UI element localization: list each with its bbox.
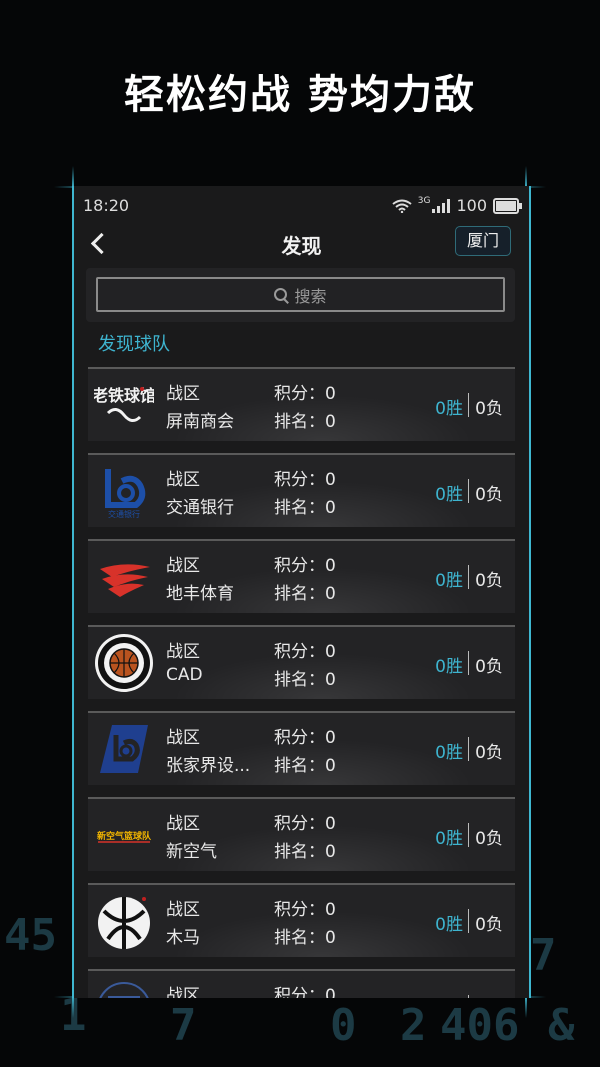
team-losses: 0负 xyxy=(475,571,503,591)
team-name: 张家界设... xyxy=(166,756,251,776)
team-zone: 战区 xyxy=(166,986,200,998)
team-zone: 战区 xyxy=(166,642,200,662)
team-losses: 0负 xyxy=(475,399,503,419)
team-name: 交通银行 xyxy=(166,498,234,518)
team-wins: 0胜 xyxy=(435,399,463,419)
team-zone: 战区 xyxy=(166,384,200,404)
team-name: 木马 xyxy=(166,928,200,948)
team-name: 屏南商会 xyxy=(166,412,234,432)
team-name: CAD xyxy=(166,665,203,685)
team-score: 积分：0 xyxy=(274,986,336,998)
team-rank: 排名：0 xyxy=(274,584,336,604)
team-zone: 战区 xyxy=(166,900,200,920)
team-logo-ball-sketch xyxy=(98,897,150,949)
team-losses: 0负 xyxy=(475,915,503,935)
team-row[interactable]: 战区 木马 积分：0 排名：0 0胜 0负 xyxy=(88,883,515,957)
city-select-button[interactable]: 厦门 xyxy=(455,226,511,256)
divider xyxy=(468,995,469,998)
team-losses: 0负 xyxy=(475,996,503,998)
team-list: 老铁球馆 战区 屏南商会 积分：0 排名：0 0胜 0负 交通银行 战区 交通银… xyxy=(88,367,515,998)
team-losses: 0负 xyxy=(475,829,503,849)
team-rank: 排名：0 xyxy=(274,842,336,862)
frame-left-bottom-tick xyxy=(72,996,74,1018)
team-score: 积分：0 xyxy=(274,642,336,662)
team-wins: 0胜 xyxy=(435,743,463,763)
team-rank: 排名：0 xyxy=(274,928,336,948)
team-wins: 0胜 xyxy=(435,915,463,935)
team-logo-outline-circle xyxy=(99,982,149,998)
frame-right-tick xyxy=(525,166,527,188)
team-logo-red-wings xyxy=(94,547,154,607)
wifi-icon xyxy=(392,199,412,213)
network-type: 3G xyxy=(417,196,431,206)
team-rank: 排名：0 xyxy=(274,498,336,518)
team-wins: 0胜 xyxy=(435,571,463,591)
team-row[interactable]: 战区 地丰体育 积分：0 排名：0 0胜 0负 xyxy=(88,539,515,613)
search-bar: 搜索 xyxy=(86,268,515,322)
team-zone: 战区 xyxy=(166,470,200,490)
team-score: 积分：0 xyxy=(274,728,336,748)
team-score: 积分：0 xyxy=(274,384,336,404)
team-row[interactable]: 老铁球馆 战区 屏南商会 积分：0 排名：0 0胜 0负 xyxy=(88,367,515,441)
battery-level: 100 xyxy=(456,196,487,215)
team-row[interactable]: 战区 积分：0 0胜 0负 xyxy=(88,969,515,998)
team-rank: 排名：0 xyxy=(274,412,336,432)
battery-icon xyxy=(493,197,522,214)
team-score: 积分：0 xyxy=(274,900,336,920)
team-zone: 战区 xyxy=(166,556,200,576)
team-row[interactable]: 战区 张家界设... 积分：0 排名：0 0胜 0负 xyxy=(88,711,515,785)
team-score: 积分：0 xyxy=(274,470,336,490)
status-time: 18:20 xyxy=(83,196,130,215)
team-zone: 战区 xyxy=(166,728,200,748)
section-title: 发现球队 xyxy=(98,334,170,355)
team-logo-blue-shield xyxy=(94,719,154,779)
frame-right-bottom-tick xyxy=(525,996,527,1018)
search-placeholder: 搜索 xyxy=(294,286,327,306)
team-score: 积分：0 xyxy=(274,814,336,834)
team-wins: 0胜 xyxy=(435,829,463,849)
divider xyxy=(468,651,469,675)
nav-bar: 发现 厦门 xyxy=(74,224,529,268)
team-losses: 0负 xyxy=(475,485,503,505)
divider xyxy=(468,823,469,847)
divider xyxy=(468,393,469,417)
team-row[interactable]: 交通银行 战区 交通银行 积分：0 排名：0 0胜 0负 xyxy=(88,453,515,527)
signal-icon xyxy=(432,198,451,213)
team-losses: 0负 xyxy=(475,657,503,677)
team-wins: 0胜 xyxy=(435,996,463,998)
team-name: 新空气 xyxy=(166,842,217,862)
headline: 轻松约战 势均力敌 xyxy=(124,72,476,118)
team-name: 地丰体育 xyxy=(166,584,234,604)
team-logo-calligraphy: 老铁球馆 xyxy=(94,375,154,435)
team-zone: 战区 xyxy=(166,814,200,834)
team-logo-text-badge: 新空气篮球队 xyxy=(94,805,154,865)
frame-left-tick xyxy=(72,166,74,188)
team-rank: 排名：0 xyxy=(274,670,336,690)
team-wins: 0胜 xyxy=(435,485,463,505)
team-logo-text-2: 交通银行 xyxy=(108,509,140,519)
team-wins: 0胜 xyxy=(435,657,463,677)
phone-screen: 18:20 3G 100 发现 厦门 搜索 发现球队 老铁球馆 战区 屏南商会 … xyxy=(72,186,531,998)
team-rank: 排名：0 xyxy=(274,756,336,776)
team-logo-text-6: 新空气篮球队 xyxy=(97,830,152,842)
team-row[interactable]: 战区 CAD 积分：0 排名：0 0胜 0负 xyxy=(88,625,515,699)
team-logo-bank: 交通银行 xyxy=(94,461,154,521)
team-row[interactable]: 新空气篮球队 战区 新空气 积分：0 排名：0 0胜 0负 xyxy=(88,797,515,871)
team-logo-basketball-badge xyxy=(95,634,153,692)
divider xyxy=(468,909,469,933)
team-logo-text-1: 老铁球馆 xyxy=(94,386,154,405)
team-score: 积分：0 xyxy=(274,556,336,576)
divider xyxy=(468,565,469,589)
search-icon xyxy=(274,287,288,302)
search-input[interactable]: 搜索 xyxy=(96,277,505,312)
divider xyxy=(468,737,469,761)
divider xyxy=(468,479,469,503)
team-losses: 0负 xyxy=(475,743,503,763)
status-bar: 18:20 3G 100 xyxy=(74,186,529,224)
